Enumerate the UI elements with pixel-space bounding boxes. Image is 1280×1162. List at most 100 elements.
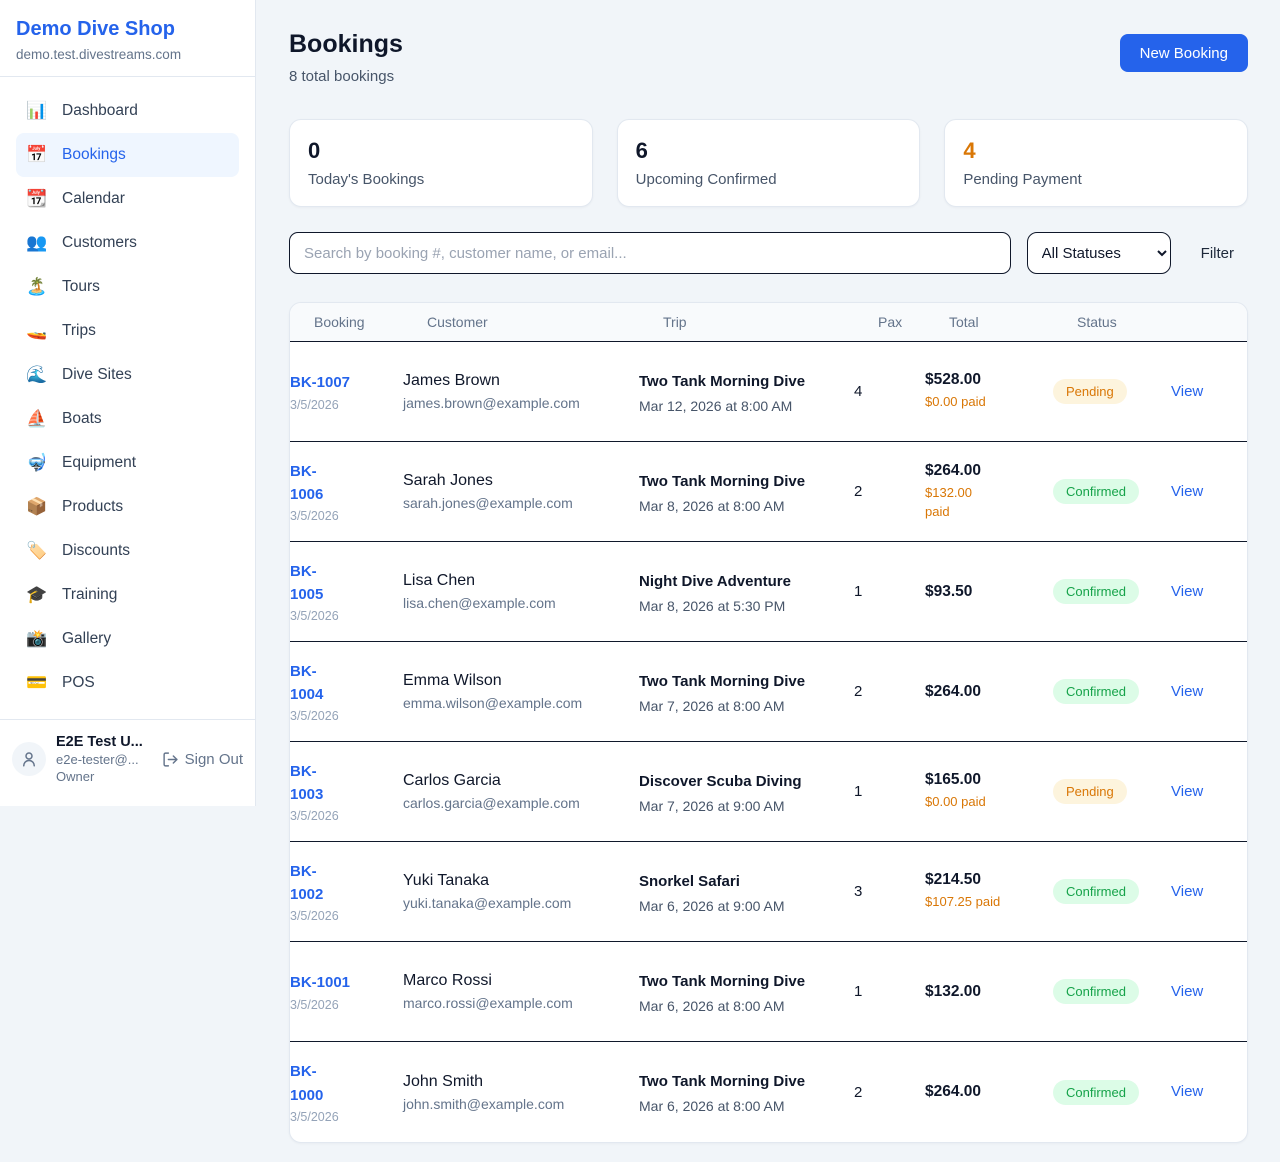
booking-id-link[interactable]: BK-1004 <box>290 660 323 707</box>
package-icon: 📦 <box>26 497 48 517</box>
view-link[interactable]: View <box>1171 683 1203 700</box>
user-name: E2E Test U... <box>56 734 143 750</box>
column-header-booking: Booking <box>314 314 427 330</box>
stats-row: 0 Today's Bookings 6 Upcoming Confirmed … <box>289 119 1248 207</box>
view-link[interactable]: View <box>1171 1083 1203 1100</box>
customer-email: emma.wilson@example.com <box>403 695 639 711</box>
new-booking-button[interactable]: New Booking <box>1120 34 1248 72</box>
status-badge: Pending <box>1053 779 1127 804</box>
trip-cell: Two Tank Morning DiveMar 6, 2026 at 8:00… <box>639 970 854 1014</box>
customer-name: Yuki Tanaka <box>403 872 639 890</box>
sidebar-item-label: Trips <box>62 322 96 340</box>
view-link[interactable]: View <box>1171 983 1203 1000</box>
sidebar-item-label: Dashboard <box>62 102 138 120</box>
total-cell: $264.00 <box>925 1083 1053 1101</box>
view-link[interactable]: View <box>1171 783 1203 800</box>
sidebar-item-label: Calendar <box>62 190 125 208</box>
booking-id-link[interactable]: BK-1001 <box>290 971 350 994</box>
user-info: E2E Test U... e2e-tester@... Owner <box>56 734 143 784</box>
sidebar-item-pos[interactable]: 💳POS <box>16 661 239 705</box>
status-badge: Confirmed <box>1053 1080 1139 1105</box>
avatar <box>12 742 46 776</box>
booking-id-link[interactable]: BK-1002 <box>290 860 323 907</box>
sidebar-item-products[interactable]: 📦 Products <box>16 485 239 529</box>
booking-cell: BK-10043/5/2026 <box>290 660 403 724</box>
sidebar-item-label: Tours <box>62 278 100 296</box>
diving-mask-icon: 🤿 <box>26 453 48 473</box>
booking-cell: BK-1007 3/5/2026 <box>290 371 403 411</box>
trip-datetime: Mar 7, 2026 at 9:00 AM <box>639 798 854 814</box>
trip-name: Two Tank Morning Dive <box>639 1070 811 1094</box>
sidebar-item-label: Bookings <box>62 146 126 164</box>
booking-cell: BK-1006 3/5/2026 <box>290 460 403 524</box>
status-cell: Confirmed <box>1053 1080 1171 1105</box>
view-link[interactable]: View <box>1171 583 1203 600</box>
paid-amount: $132.00paid <box>925 484 1053 522</box>
page-header: Bookings 8 total bookings New Booking <box>289 30 1248 85</box>
column-header-trip: Trip <box>663 314 878 330</box>
booking-id-link[interactable]: BK-1006 <box>290 460 323 507</box>
sidebar: Demo Dive Shop demo.test.divestreams.com… <box>0 0 256 806</box>
view-link[interactable]: View <box>1171 383 1203 400</box>
view-link[interactable]: View <box>1171 883 1203 900</box>
view-link[interactable]: View <box>1171 483 1203 500</box>
sidebar-item-equipment[interactable]: 🤿Equipment <box>16 441 239 485</box>
booking-id-link[interactable]: BK-1005 <box>290 560 323 607</box>
stat-card-todays-bookings: 0 Today's Bookings <box>289 119 593 207</box>
sidebar-item-boats[interactable]: ⛵Boats <box>16 397 239 441</box>
booking-date: 3/5/2026 <box>290 398 403 412</box>
paid-amount: $0.00 paid <box>925 393 1053 412</box>
sidebar-item-tours[interactable]: 🏝️Tours <box>16 265 239 309</box>
sign-out-button[interactable]: Sign Out <box>162 751 243 768</box>
sidebar-item-label: Gallery <box>62 630 111 648</box>
page-subtitle: 8 total bookings <box>289 68 403 85</box>
trip-datetime: Mar 6, 2026 at 9:00 AM <box>639 898 854 914</box>
pax-value: 1 <box>854 783 925 800</box>
total-cell: $264.00$132.00paid <box>925 462 1053 522</box>
page-header-text: Bookings 8 total bookings <box>289 30 403 85</box>
booking-cell: BK-1001 3/5/2026 <box>290 971 403 1011</box>
customer-name: Carlos Garcia <box>403 772 639 790</box>
booking-cell: BK-1003 3/5/2026 <box>290 760 403 824</box>
sidebar-item-dashboard[interactable]: 📊Dashboard <box>16 89 239 133</box>
customer-name: Lisa Chen <box>403 572 639 590</box>
status-badge: Pending <box>1053 379 1127 404</box>
booking-date: 3/5/2026 <box>290 809 403 823</box>
status-cell: Confirmed <box>1053 879 1171 904</box>
booking-date: 3/5/2026 <box>290 509 403 523</box>
booking-id-link[interactable]: BK-1007 <box>290 371 350 394</box>
booking-id-link[interactable]: BK-1000 <box>290 1060 323 1107</box>
total-cell: $264.00 <box>925 683 1053 701</box>
sidebar-item-discounts[interactable]: 🏷️Discounts <box>16 529 239 573</box>
filter-button[interactable]: Filter <box>1187 245 1248 262</box>
pax-value: 3 <box>854 883 925 900</box>
user-email: e2e-tester@... <box>56 752 143 767</box>
trip-name: Night Dive Adventure <box>639 570 811 594</box>
search-input[interactable] <box>289 232 1011 274</box>
sidebar-item-bookings[interactable]: 📅Bookings <box>16 133 239 177</box>
stat-card-upcoming-confirmed: 6 Upcoming Confirmed <box>617 119 921 207</box>
sidebar-item-label: Products <box>62 498 123 516</box>
booking-id-link[interactable]: BK-1003 <box>290 760 323 807</box>
total-amount: $165.00 <box>925 771 1053 789</box>
booking-cell: BK-10023/5/2026 <box>290 860 403 924</box>
sidebar-item-dive-sites[interactable]: 🌊Dive Sites <box>16 353 239 397</box>
view-cell: View <box>1171 383 1247 401</box>
sidebar-item-customers[interactable]: 👥Customers <box>16 221 239 265</box>
pax-value: 2 <box>854 683 925 700</box>
trip-cell: Two Tank Morning DiveMar 6, 2026 at 8:00… <box>639 1070 854 1114</box>
table-row: BK-1006 3/5/2026Sarah Jonessarah.jones@ex… <box>290 442 1247 542</box>
status-filter-select[interactable]: All Statuses <box>1027 232 1171 274</box>
sidebar-item-training[interactable]: 🎓Training <box>16 573 239 617</box>
tear-off-calendar-icon: 📆 <box>26 189 48 209</box>
sidebar-item-calendar[interactable]: 📆 Calendar <box>16 177 239 221</box>
sidebar-item-trips[interactable]: 🚤Trips <box>16 309 239 353</box>
booking-date: 3/5/2026 <box>290 998 403 1012</box>
table-row: BK-10003/5/2026John Smithjohn.smith@exam… <box>290 1042 1247 1142</box>
sidebar-item-gallery[interactable]: 📸Gallery <box>16 617 239 661</box>
status-cell: Pending <box>1053 379 1171 404</box>
stat-card-pending-payment: 4 Pending Payment <box>944 119 1248 207</box>
total-amount: $93.50 <box>925 583 1053 601</box>
shop-domain: demo.test.divestreams.com <box>16 47 239 62</box>
customer-cell: Sarah Jonessarah.jones@example.com <box>403 472 639 511</box>
